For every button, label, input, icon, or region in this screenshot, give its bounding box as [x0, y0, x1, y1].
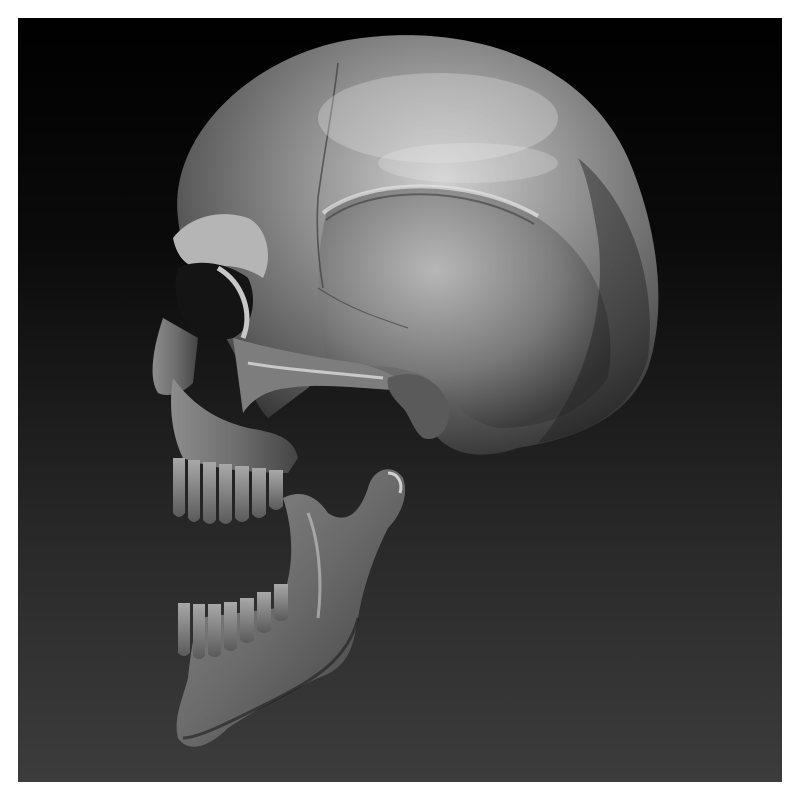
lower-tooth — [274, 584, 288, 621]
lower-tooth — [193, 604, 205, 659]
eye-socket — [175, 262, 253, 340]
skull-render — [152, 35, 659, 747]
upper-tooth — [219, 464, 232, 524]
lower-tooth — [257, 592, 271, 633]
upper-tooth — [252, 468, 266, 518]
upper-tooth — [203, 462, 216, 524]
upper-tooth — [235, 466, 249, 522]
lower-tooth — [224, 602, 237, 651]
crown-highlight — [378, 143, 558, 183]
lower-tooth — [178, 603, 190, 656]
upper-tooth — [269, 470, 283, 510]
upper-tooth — [173, 458, 185, 517]
render-viewport — [18, 18, 782, 782]
upper-tooth — [188, 460, 200, 522]
lower-tooth — [208, 604, 221, 657]
image-frame — [0, 0, 800, 800]
lower-tooth — [240, 598, 254, 643]
